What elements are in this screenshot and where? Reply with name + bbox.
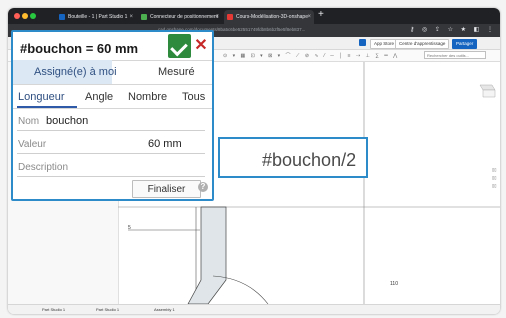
value-field-label: Valeur — [18, 139, 47, 150]
description-field[interactable] — [17, 176, 205, 177]
name-field[interactable]: bouchon — [46, 115, 88, 127]
check-icon — [170, 38, 188, 57]
finaliser-button[interactable]: Finaliser — [132, 180, 201, 198]
dimension-label-left[interactable]: 5 — [128, 225, 131, 231]
bottom-tab-assembly[interactable]: Assembly 1 — [154, 307, 175, 313]
cancel-button[interactable]: ✕ — [194, 35, 208, 57]
type-tab-tous[interactable]: Tous — [182, 91, 205, 103]
divider — [13, 84, 212, 85]
description-field-label: Description — [18, 162, 69, 173]
dimension-expression[interactable]: #bouchon/2 — [262, 150, 356, 171]
confirm-button[interactable] — [168, 34, 191, 58]
tab-assigned[interactable]: Assigné(e) à moi — [34, 66, 117, 78]
right-side-icons[interactable]: ▯▯ ▯▯ ▯▯ — [492, 166, 496, 190]
type-tab-angle[interactable]: Angle — [85, 91, 113, 103]
name-field-label: Nom — [18, 116, 40, 127]
type-tab-longueur[interactable]: Longueur — [18, 91, 65, 103]
divider — [13, 108, 212, 109]
bottom-tab-part-studio[interactable]: Part Studio 1 — [42, 307, 65, 313]
value-field[interactable]: 60 mm — [148, 138, 182, 150]
help-icon[interactable]: ? — [198, 182, 208, 192]
type-tab-nombre[interactable]: Nombre — [128, 91, 167, 103]
dimension-label-right[interactable]: 110 — [390, 281, 398, 287]
document-tab-bar: Part Studio 1 Part Studio 1 Assembly 1 — [8, 304, 500, 314]
name-field-underline — [17, 130, 205, 131]
view-cube[interactable] — [474, 81, 498, 99]
variable-dialog-title: #bouchon = 60 mm — [20, 41, 139, 56]
profile-shape — [187, 206, 227, 305]
value-field-underline — [17, 153, 205, 154]
tab-measured[interactable]: Mesuré — [158, 66, 195, 78]
bottom-tab-part-studio-2[interactable]: Part Studio 1 — [96, 307, 119, 313]
variable-dialog: #bouchon = 60 mm ✕ Assigné(e) à moi Mesu… — [11, 30, 214, 201]
